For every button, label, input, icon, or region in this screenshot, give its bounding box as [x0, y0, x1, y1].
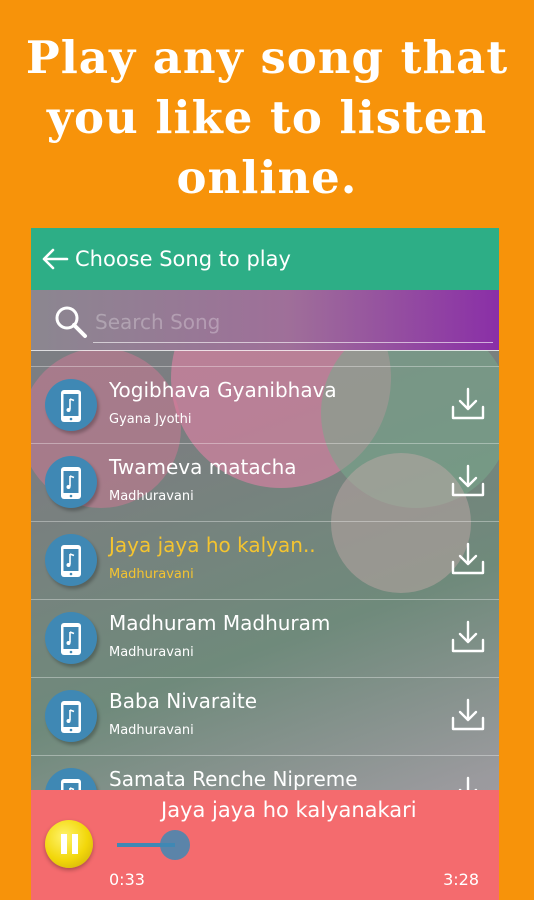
back-button[interactable]	[37, 248, 73, 270]
divider	[31, 350, 499, 351]
arrow-left-icon	[42, 248, 69, 270]
song-title: Baba Nivaraite	[109, 689, 258, 713]
phone-music-icon	[61, 390, 81, 422]
song-list: Yogibhava Gyanibhava Gyana Jyothi Twamev…	[31, 366, 499, 834]
now-playing-title: Jaya jaya ho kalyanakari	[161, 798, 417, 822]
download-icon[interactable]	[449, 696, 487, 734]
promo-line-3: online.	[176, 151, 358, 204]
page-title: Choose Song to play	[75, 247, 291, 271]
app-screen: Choose Song to play Yogibhava Gyanibhava…	[31, 228, 499, 900]
song-avatar	[45, 612, 97, 664]
search-input[interactable]	[93, 302, 493, 343]
download-icon[interactable]	[449, 462, 487, 500]
download-icon[interactable]	[449, 618, 487, 656]
player-bar: Jaya jaya ho kalyanakari 0:33 3:28	[31, 790, 499, 900]
pause-icon-bar	[72, 834, 78, 854]
download-icon[interactable]	[449, 540, 487, 578]
pause-button[interactable]	[45, 820, 93, 868]
song-artist: Madhuravani	[109, 723, 194, 738]
search-icon	[55, 306, 87, 338]
phone-music-icon	[61, 545, 81, 577]
download-icon[interactable]	[449, 385, 487, 423]
pause-icon-bar	[61, 834, 67, 854]
search-bar	[31, 290, 499, 350]
song-avatar	[45, 534, 97, 586]
song-artist: Madhuravani	[109, 567, 194, 582]
song-artist: Madhuravani	[109, 645, 194, 660]
seek-thumb[interactable]	[159, 830, 190, 860]
song-avatar	[45, 690, 97, 742]
elapsed-time: 0:33	[109, 870, 145, 889]
phone-music-icon	[61, 701, 81, 733]
duration-time: 3:28	[443, 870, 479, 889]
promo-line-1: Play any song that	[25, 31, 509, 84]
promo-line-2: you like to listen	[46, 91, 488, 144]
song-row[interactable]: Yogibhava Gyanibhava Gyana Jyothi	[31, 366, 499, 444]
song-artist: Gyana Jyothi	[109, 412, 192, 427]
song-title: Samata Renche Nipreme	[109, 767, 358, 791]
song-title: Twameva matacha	[109, 455, 297, 479]
app-bar: Choose Song to play	[31, 228, 499, 290]
promo-headline: Play any song that you like to listen on…	[0, 28, 534, 208]
song-row[interactable]: Jaya jaya ho kalyan.. Madhuravani	[31, 522, 499, 600]
song-title: Jaya jaya ho kalyan..	[109, 533, 316, 557]
song-row[interactable]: Madhuram Madhuram Madhuravani	[31, 600, 499, 678]
song-artist: Madhuravani	[109, 489, 194, 504]
song-title: Yogibhava Gyanibhava	[109, 378, 337, 402]
phone-music-icon	[61, 623, 81, 655]
song-row[interactable]: Baba Nivaraite Madhuravani	[31, 678, 499, 756]
song-row[interactable]: Twameva matacha Madhuravani	[31, 444, 499, 522]
song-avatar	[45, 456, 97, 508]
song-avatar	[45, 379, 97, 431]
song-title: Madhuram Madhuram	[109, 611, 331, 635]
phone-music-icon	[61, 467, 81, 499]
